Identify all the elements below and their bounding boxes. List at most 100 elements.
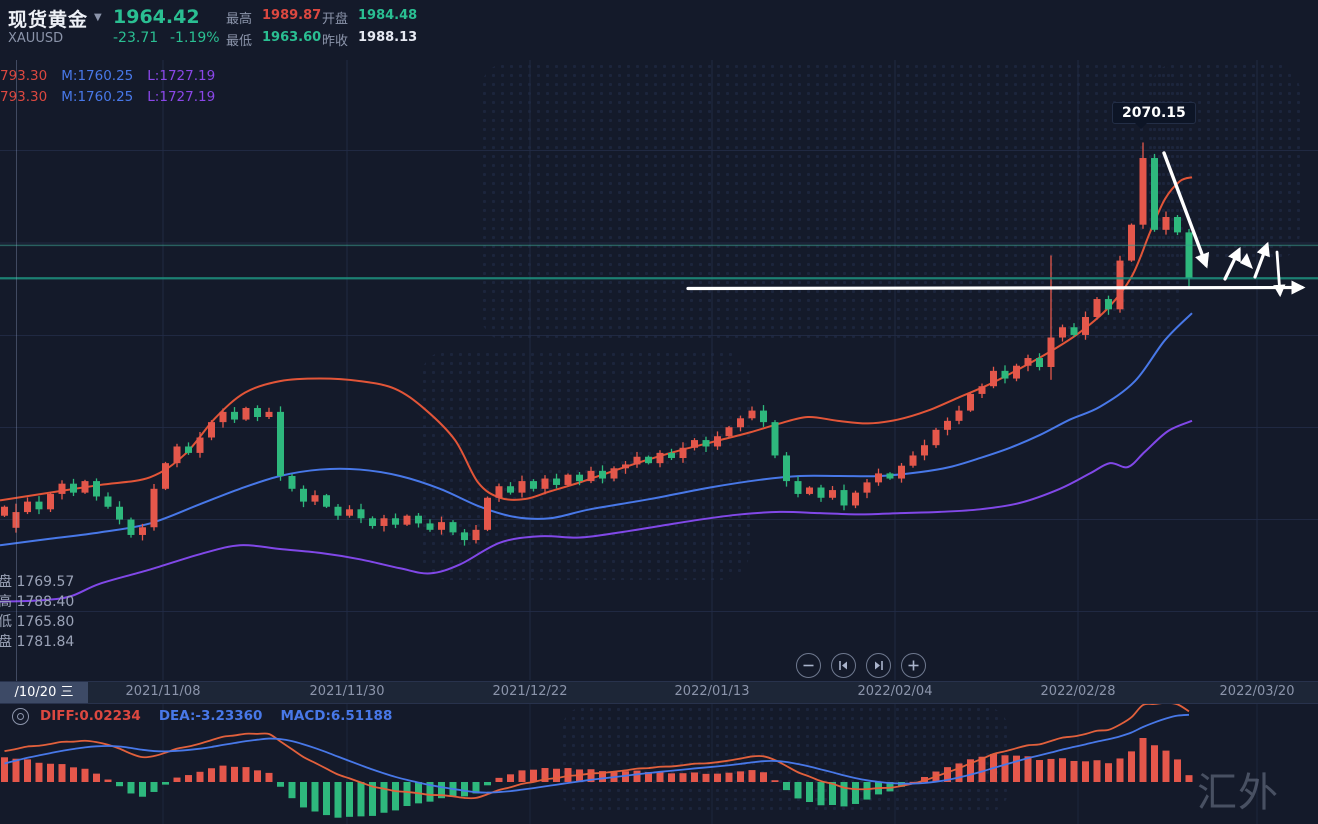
candle: [519, 481, 526, 493]
candle: [1186, 232, 1193, 278]
candle: [611, 468, 618, 478]
candle: [473, 530, 480, 540]
macd-histogram-bar: [231, 767, 238, 782]
candle: [358, 509, 365, 518]
macd-histogram-bar: [220, 766, 227, 782]
candle: [599, 471, 606, 479]
candle: [59, 484, 66, 494]
analyst-drawings: [688, 153, 1302, 294]
candle: [335, 507, 342, 516]
candle: [530, 481, 537, 489]
candle: [795, 481, 802, 494]
candle: [944, 421, 951, 430]
candle: [174, 446, 181, 463]
candle: [898, 466, 905, 479]
macd-histogram-bar: [1186, 775, 1193, 782]
candle: [1094, 299, 1101, 317]
macd-histogram-bar: [93, 774, 100, 782]
zoom-in-button[interactable]: [901, 653, 926, 678]
candle: [576, 475, 583, 481]
candle: [921, 445, 928, 455]
macd-histogram-bar: [737, 771, 744, 782]
macd-histogram-bar: [162, 782, 169, 785]
macd-histogram-bar: [174, 778, 181, 782]
macd-histogram-bar: [381, 782, 388, 813]
trading-app: { "header": { "symbol": "现货黄金", "caret":…: [0, 0, 1318, 824]
candle: [1013, 366, 1020, 379]
candle: [220, 412, 227, 422]
macd-histogram-bar: [47, 764, 54, 782]
candle: [323, 495, 330, 507]
plus-icon: [908, 660, 919, 671]
macd-histogram-bar: [128, 782, 135, 793]
candle: [254, 408, 261, 417]
candle: [300, 489, 307, 502]
macd-histogram-bar: [116, 782, 123, 786]
candle: [1059, 327, 1066, 337]
x-axis-label: 2022/01/13: [675, 684, 750, 699]
candle: [1151, 158, 1158, 230]
candle: [542, 479, 549, 489]
candle: [1082, 317, 1089, 335]
trend-line: [688, 288, 1302, 289]
candle: [783, 455, 790, 481]
macd-histogram-bar: [70, 767, 77, 782]
macd-histogram-bar: [668, 773, 675, 782]
band-m-value: M:1760.25: [61, 89, 133, 105]
pan-to-start-button[interactable]: [831, 653, 856, 678]
candle: [1025, 358, 1032, 366]
candle: [668, 453, 675, 458]
crosshair-open: 盘 1769.57: [0, 571, 74, 591]
macd-histogram-bar: [105, 780, 112, 782]
zoom-out-button[interactable]: [796, 653, 821, 678]
macd-histogram-bar: [312, 782, 319, 811]
macd-histogram-bar: [507, 774, 514, 782]
stat-open-value: 1984.48: [358, 8, 417, 23]
macd-histogram-bar: [714, 774, 721, 782]
candle: [990, 371, 997, 386]
macd-histogram-bar: [461, 782, 468, 796]
last-price: 1964.42: [113, 6, 200, 28]
candle: [967, 394, 974, 411]
macd-histogram-bar: [749, 770, 756, 782]
candle: [461, 532, 468, 540]
band-l-value: L:1727.19: [147, 68, 215, 84]
crosshair-low: 低 1765.80: [0, 611, 74, 631]
x-axis[interactable]: /10/20 三 2021/11/082021/11/302021/12/222…: [0, 681, 1318, 704]
pan-to-end-button[interactable]: [866, 653, 891, 678]
macd-histogram-bar: [266, 773, 273, 782]
macd-histogram-bar: [185, 775, 192, 782]
macd-histogram-bar: [783, 782, 790, 790]
candle: [1174, 217, 1181, 232]
macd-histogram-bar: [151, 782, 158, 792]
macd-histogram-bar: [1059, 758, 1066, 782]
band-m-value: M:1760.25: [61, 68, 133, 84]
macd-histogram-bar: [634, 771, 641, 782]
candle: [737, 418, 744, 427]
symbol-title: 现货黄金: [8, 5, 88, 32]
indicator-settings-icon[interactable]: [12, 708, 29, 725]
macd-histogram-bar: [392, 782, 399, 810]
candle: [243, 408, 250, 420]
candle: [415, 516, 422, 524]
candle: [829, 490, 836, 498]
stat-low-label: 最低: [226, 30, 252, 49]
candle: [139, 527, 146, 535]
macd-histogram-bar: [13, 759, 20, 782]
symbol-dropdown-caret[interactable]: ▼: [94, 12, 102, 23]
macd-histogram-bar: [1025, 756, 1032, 782]
macd-histogram-bar: [1002, 755, 1009, 782]
macd-histogram-bar: [1, 757, 8, 782]
candle: [910, 455, 917, 465]
candle: [162, 463, 169, 489]
macd-histogram-bar: [1140, 738, 1147, 782]
macd-histogram-bar: [553, 769, 560, 782]
macd-dea-line: [5, 715, 1190, 793]
candle: [427, 523, 434, 529]
macd-histogram-bar: [680, 773, 687, 782]
candle: [622, 464, 629, 468]
x-axis-label: 2021/11/08: [126, 684, 201, 699]
candle: [105, 496, 112, 506]
macd-histogram-bar: [289, 782, 296, 798]
macd-histogram-bar: [852, 782, 859, 804]
